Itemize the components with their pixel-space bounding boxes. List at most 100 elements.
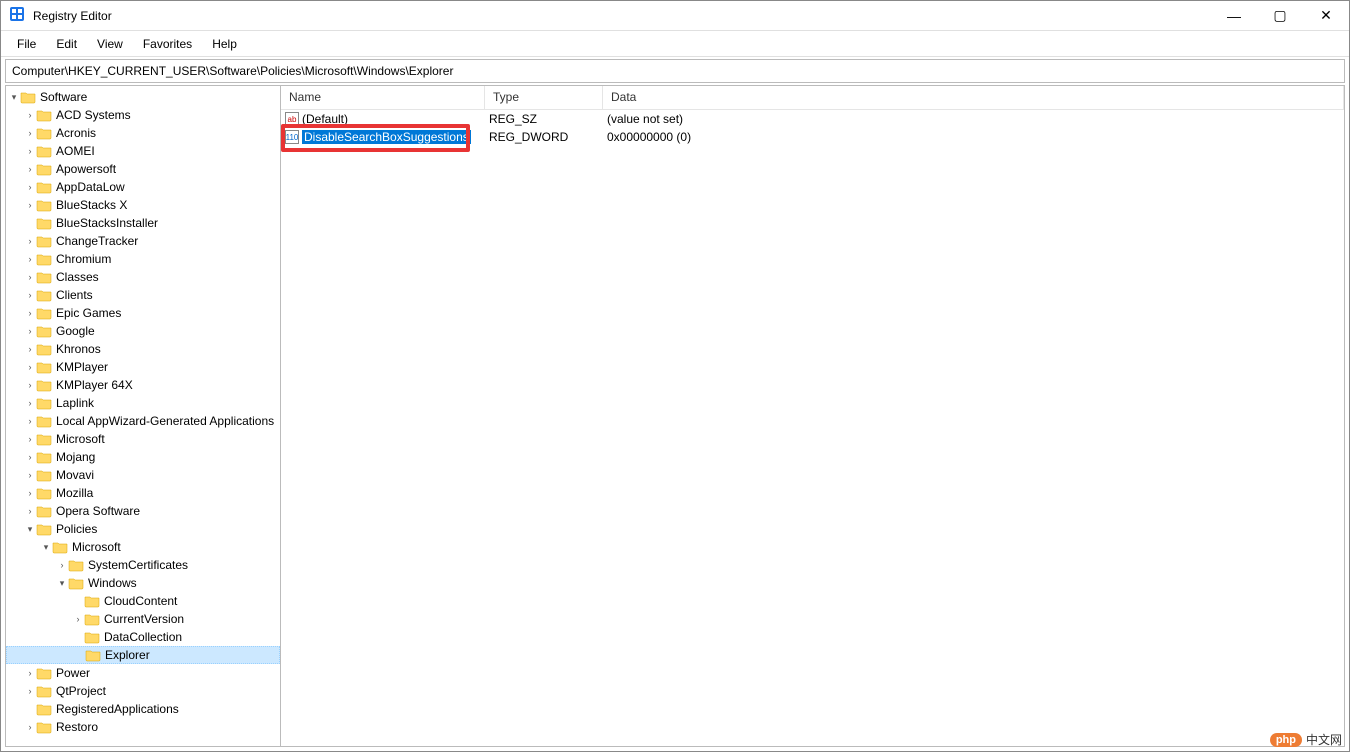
folder-icon <box>36 162 52 176</box>
chevron-right-icon[interactable]: › <box>24 470 36 480</box>
menu-help[interactable]: Help <box>202 33 247 55</box>
menu-file[interactable]: File <box>7 33 46 55</box>
window-title: Registry Editor <box>33 9 112 23</box>
tree-item[interactable]: › Opera Software <box>6 502 280 520</box>
tree-item[interactable]: ›Khronos <box>6 340 280 358</box>
chevron-right-icon[interactable]: › <box>24 236 36 246</box>
col-type[interactable]: Type <box>485 86 603 109</box>
tree-item[interactable]: ›Classes <box>6 268 280 286</box>
value-type-cell: REG_SZ <box>485 112 603 126</box>
tree-item[interactable]: ▾Software <box>6 88 280 106</box>
chevron-right-icon[interactable]: › <box>56 560 68 570</box>
chevron-right-icon[interactable]: › <box>24 380 36 390</box>
folder-icon <box>36 504 52 518</box>
tree-item-label: Microsoft <box>56 432 105 446</box>
chevron-right-icon[interactable]: › <box>24 200 36 210</box>
tree-item[interactable]: ›QtProject <box>6 682 280 700</box>
tree-item-label: CurrentVersion <box>104 612 184 626</box>
tree-item[interactable]: ›AppDataLow <box>6 178 280 196</box>
chevron-right-icon[interactable]: › <box>72 614 84 624</box>
tree-item[interactable]: ›Epic Games <box>6 304 280 322</box>
tree-item[interactable]: ›SystemCertificates <box>6 556 280 574</box>
tree-item[interactable]: ›ACD Systems <box>6 106 280 124</box>
chevron-right-icon[interactable]: › <box>24 362 36 372</box>
folder-icon <box>52 540 68 554</box>
folder-icon <box>36 180 52 194</box>
tree-item[interactable]: ›Mozilla <box>6 484 280 502</box>
chevron-right-icon[interactable]: › <box>24 110 36 120</box>
tree-item-label: DataCollection <box>104 630 182 644</box>
tree-item[interactable]: › Mojang <box>6 448 280 466</box>
chevron-right-icon[interactable]: › <box>24 344 36 354</box>
registry-tree: ▾Software›ACD Systems›Acronis›AOMEI›Apow… <box>6 86 280 738</box>
tree-item[interactable]: › CurrentVersion <box>6 610 280 628</box>
tree-item[interactable]: ›Local AppWizard-Generated Applications <box>6 412 280 430</box>
tree-item[interactable]: › Microsoft <box>6 430 280 448</box>
tree-item[interactable]: ›Laplink <box>6 394 280 412</box>
chevron-right-icon[interactable]: › <box>24 722 36 732</box>
tree-item[interactable]: CloudContent <box>6 592 280 610</box>
close-button[interactable]: ✕ <box>1303 1 1349 31</box>
address-bar[interactable]: Computer\HKEY_CURRENT_USER\Software\Poli… <box>5 59 1345 83</box>
chevron-down-icon[interactable]: ▾ <box>8 92 20 103</box>
chevron-right-icon[interactable]: › <box>24 452 36 462</box>
tree-pane[interactable]: ▾Software›ACD Systems›Acronis›AOMEI›Apow… <box>6 86 281 746</box>
chevron-right-icon[interactable]: › <box>24 398 36 408</box>
chevron-right-icon[interactable]: › <box>24 146 36 156</box>
chevron-down-icon[interactable]: ▾ <box>24 524 36 535</box>
menu-edit[interactable]: Edit <box>46 33 87 55</box>
menu-view[interactable]: View <box>87 33 133 55</box>
chevron-right-icon[interactable]: › <box>24 164 36 174</box>
chevron-right-icon[interactable]: › <box>24 272 36 282</box>
chevron-right-icon[interactable]: › <box>24 488 36 498</box>
value-row[interactable]: 110DisableSearchBoxSuggestionsREG_DWORD0… <box>281 128 1344 146</box>
chevron-right-icon[interactable]: › <box>24 182 36 192</box>
chevron-right-icon[interactable]: › <box>24 668 36 678</box>
tree-item[interactable]: Explorer <box>6 646 280 664</box>
value-row[interactable]: ab(Default)REG_SZ(value not set) <box>281 110 1344 128</box>
tree-item[interactable]: ›BlueStacks X <box>6 196 280 214</box>
tree-item[interactable]: BlueStacksInstaller <box>6 214 280 232</box>
tree-item[interactable]: ›ChangeTracker <box>6 232 280 250</box>
tree-item[interactable]: ›KMPlayer 64X <box>6 376 280 394</box>
tree-item[interactable]: ›Power <box>6 664 280 682</box>
tree-item[interactable]: ›KMPlayer <box>6 358 280 376</box>
tree-item[interactable]: ›AOMEI <box>6 142 280 160</box>
chevron-right-icon[interactable]: › <box>24 308 36 318</box>
folder-icon <box>36 396 52 410</box>
chevron-right-icon[interactable]: › <box>24 254 36 264</box>
tree-item[interactable]: ›Google <box>6 322 280 340</box>
col-data[interactable]: Data <box>603 86 1344 109</box>
tree-item[interactable]: ▾Windows <box>6 574 280 592</box>
tree-item-label: Clients <box>56 288 93 302</box>
tree-item[interactable]: ›Restoro <box>6 718 280 736</box>
tree-item[interactable]: › Acronis <box>6 124 280 142</box>
chevron-right-icon[interactable]: › <box>24 290 36 300</box>
tree-item-label: Acronis <box>56 126 96 140</box>
col-name[interactable]: Name <box>281 86 485 109</box>
tree-item-label: Policies <box>56 522 97 536</box>
tree-item[interactable]: › Clients <box>6 286 280 304</box>
tree-item[interactable]: ›Apowersoft <box>6 160 280 178</box>
tree-item[interactable]: DataCollection <box>6 628 280 646</box>
tree-item-label: Mojang <box>56 450 95 464</box>
chevron-right-icon[interactable]: › <box>24 128 36 138</box>
chevron-right-icon[interactable]: › <box>24 416 36 426</box>
chevron-down-icon[interactable]: ▾ <box>40 542 52 553</box>
tree-item[interactable]: RegisteredApplications <box>6 700 280 718</box>
tree-item[interactable]: ▾ Policies <box>6 520 280 538</box>
menu-favorites[interactable]: Favorites <box>133 33 202 55</box>
watermark: php 中文网 <box>1270 731 1342 748</box>
maximize-button[interactable]: ▢ <box>1257 1 1303 31</box>
chevron-right-icon[interactable]: › <box>24 326 36 336</box>
folder-icon <box>36 432 52 446</box>
tree-item[interactable]: ▾Microsoft <box>6 538 280 556</box>
tree-item[interactable]: ›Movavi <box>6 466 280 484</box>
tree-item-label: Opera Software <box>56 504 140 518</box>
chevron-right-icon[interactable]: › <box>24 506 36 516</box>
chevron-right-icon[interactable]: › <box>24 686 36 696</box>
chevron-down-icon[interactable]: ▾ <box>56 578 68 589</box>
tree-item[interactable]: ›Chromium <box>6 250 280 268</box>
chevron-right-icon[interactable]: › <box>24 434 36 444</box>
minimize-button[interactable]: — <box>1211 1 1257 31</box>
